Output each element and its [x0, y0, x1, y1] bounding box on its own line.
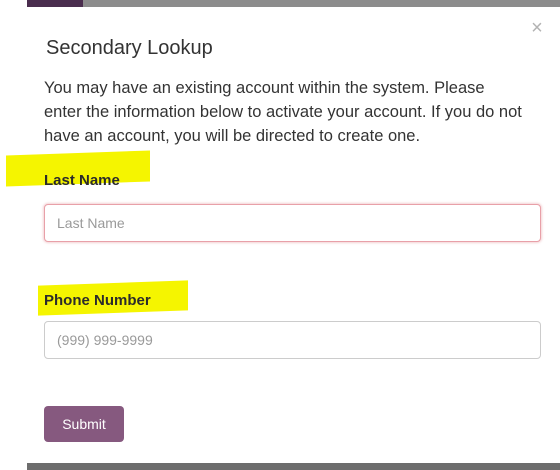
last-name-label: Last Name — [44, 172, 120, 189]
modal-description: You may have an existing account within … — [44, 79, 522, 145]
submit-button[interactable]: Submit — [44, 406, 124, 442]
close-icon[interactable]: × — [528, 17, 546, 39]
modal-title: Secondary Lookup — [46, 37, 213, 59]
modal-bottom-edge — [27, 463, 560, 470]
phone-number-label: Phone Number — [44, 292, 151, 309]
phone-number-input[interactable] — [44, 321, 541, 359]
background-header-tab — [27, 0, 83, 7]
last-name-input[interactable] — [44, 204, 541, 242]
